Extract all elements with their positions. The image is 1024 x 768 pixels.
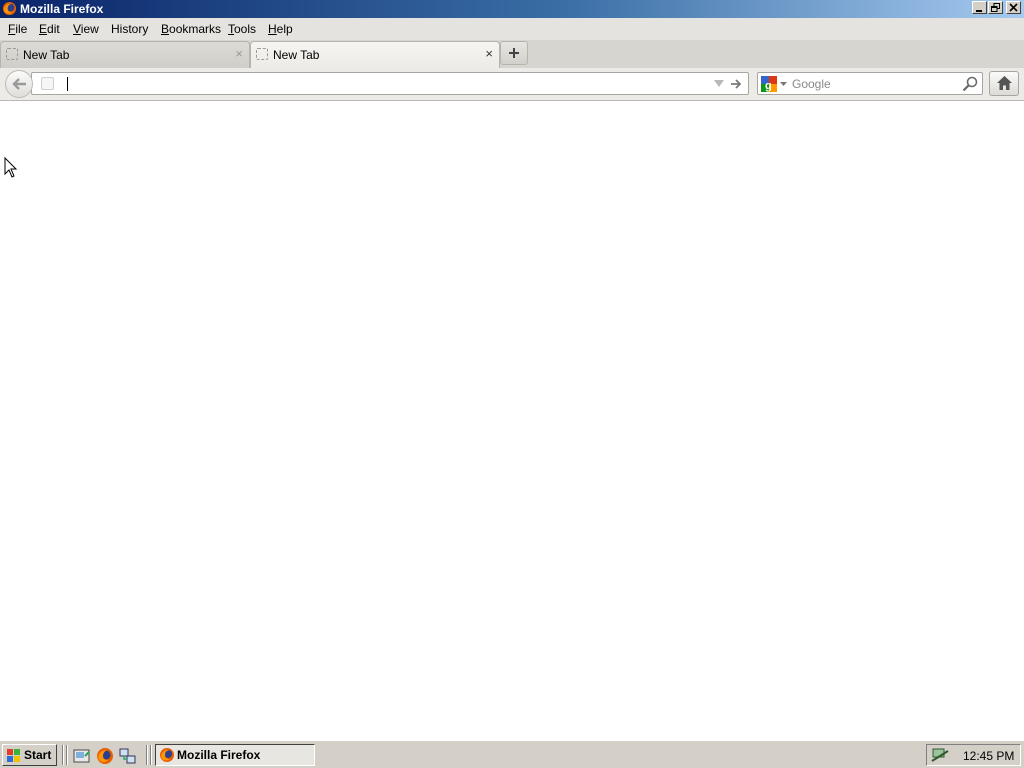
menu-history[interactable]: History (111, 22, 148, 36)
mouse-pointer-icon (4, 157, 18, 178)
tab-new-tab-1[interactable]: New Tab × (0, 41, 250, 68)
taskbar-separator (66, 745, 68, 765)
menu-help[interactable]: Help (268, 22, 293, 36)
menu-view[interactable]: View (73, 22, 99, 36)
home-icon (997, 76, 1012, 90)
search-magnifier-icon[interactable] (962, 76, 978, 92)
tab-strip: New Tab × New Tab × (0, 40, 1024, 68)
menu-tools[interactable]: Tools (228, 22, 256, 36)
site-identity-icon[interactable] (41, 77, 54, 90)
search-bar[interactable]: g (757, 72, 983, 95)
show-desktop-icon[interactable] (73, 747, 91, 765)
svg-text:g: g (765, 80, 772, 92)
taskbar-item-label: Mozilla Firefox (177, 748, 261, 762)
tab-new-tab-2[interactable]: New Tab × (250, 41, 500, 68)
google-engine-icon[interactable]: g (761, 76, 777, 92)
menu-bar: File Edit View History Bookmarks Tools H… (0, 18, 1024, 40)
windows-logo-icon (7, 749, 20, 762)
tray-network-icon[interactable] (931, 747, 949, 763)
back-arrow-icon (12, 78, 26, 90)
close-icon (1009, 3, 1018, 12)
url-bar[interactable] (31, 72, 749, 95)
home-button[interactable] (989, 71, 1019, 96)
taskbar-separator (150, 745, 152, 765)
menu-edit[interactable]: Edit (39, 22, 60, 36)
minimize-icon (976, 10, 982, 12)
system-tray: 12:45 PM (926, 744, 1021, 766)
start-button[interactable]: Start (2, 744, 57, 766)
window-titlebar[interactable]: Mozilla Firefox (0, 0, 1024, 18)
restore-button[interactable] (988, 1, 1003, 14)
taskbar-separator (62, 745, 64, 765)
dropdown-arrow-icon[interactable] (714, 80, 724, 88)
blank-page-icon (6, 48, 18, 60)
tab-label: New Tab (273, 48, 320, 62)
tab-close-icon[interactable]: × (485, 46, 493, 61)
tab-label: New Tab (23, 48, 70, 62)
window-title: Mozilla Firefox (20, 2, 104, 16)
back-button[interactable] (5, 70, 33, 98)
plus-icon (509, 48, 519, 58)
tab-close-icon[interactable]: × (235, 46, 243, 61)
blank-page-icon (256, 48, 268, 60)
firefox-icon (160, 748, 174, 762)
page-content[interactable] (0, 101, 1024, 740)
search-input[interactable] (792, 75, 952, 92)
url-input[interactable] (64, 75, 704, 92)
clock[interactable]: 12:45 PM (963, 749, 1014, 763)
go-arrow-icon[interactable] (730, 78, 743, 90)
minimize-button[interactable] (972, 1, 987, 14)
engine-dropdown-icon[interactable] (780, 82, 787, 87)
taskbar-separator (146, 745, 148, 765)
network-icon[interactable] (119, 747, 137, 765)
text-caret (67, 77, 68, 91)
firefox-icon (2, 1, 17, 16)
start-label: Start (24, 748, 52, 762)
menu-bookmarks[interactable]: Bookmarks (161, 22, 221, 36)
restore-icon (991, 3, 1000, 12)
firefox-quicklaunch-icon[interactable] (96, 747, 114, 765)
menu-file[interactable]: File (8, 22, 27, 36)
navigation-toolbar: g (0, 68, 1024, 101)
taskbar: Start Mozilla Firefox 12:45 PM (0, 740, 1024, 768)
new-tab-button[interactable] (500, 41, 528, 65)
taskbar-item-firefox[interactable]: Mozilla Firefox (155, 744, 315, 766)
close-window-button[interactable] (1006, 1, 1021, 14)
